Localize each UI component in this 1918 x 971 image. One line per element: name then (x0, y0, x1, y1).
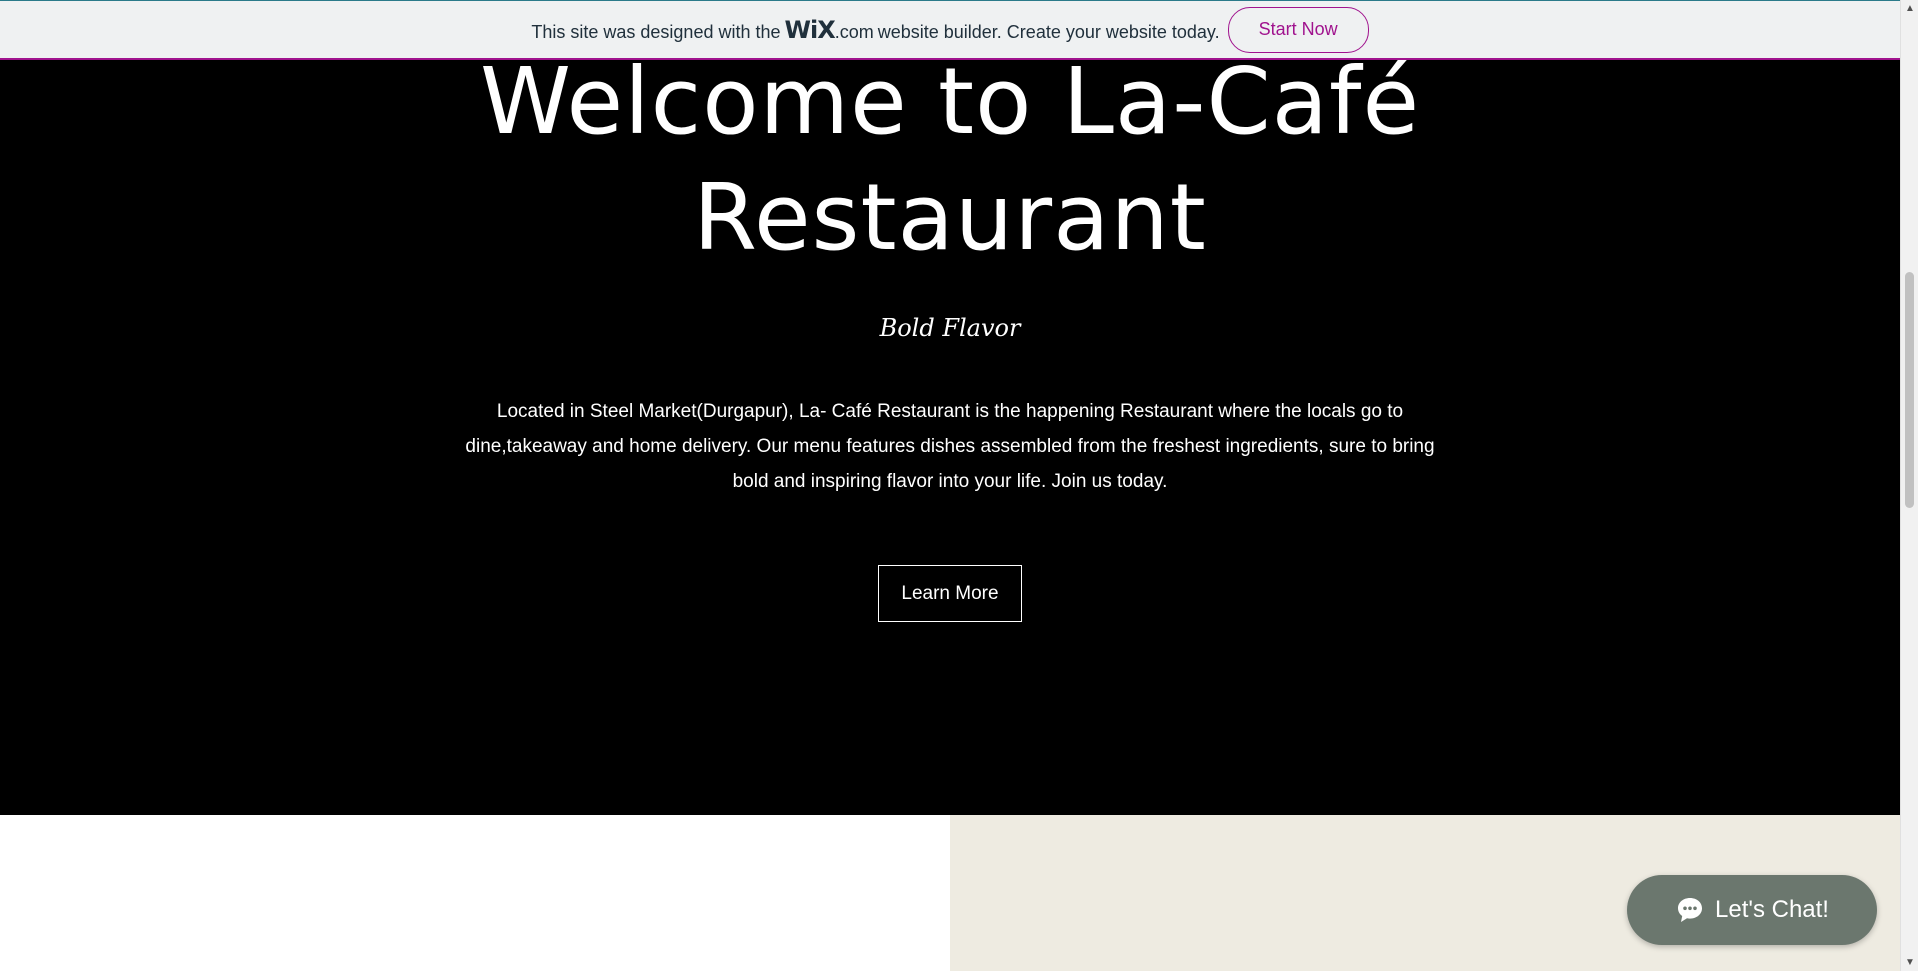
hero-title: Welcome to La-Café Restaurant (0, 44, 1900, 276)
lets-chat-button[interactable]: Let's Chat! (1627, 875, 1877, 945)
banner-text-after: website builder. Create your website tod… (877, 21, 1220, 42)
page-viewport: Welcome to La-Café Restaurant Bold Flavo… (0, 0, 1900, 971)
start-now-button[interactable]: Start Now (1227, 6, 1369, 53)
banner-text: This site was designed with the WiX .com … (531, 16, 1219, 44)
lower-left-section (0, 815, 950, 971)
hero-subtitle: Bold Flavor (879, 314, 1021, 342)
learn-more-button[interactable]: Learn More (878, 565, 1022, 622)
hero-section: Welcome to La-Café Restaurant Bold Flavo… (0, 0, 1900, 815)
wix-logo-suffix: .com (834, 21, 874, 42)
scroll-up-arrow-icon[interactable]: ▲ (1901, 0, 1918, 17)
wix-logo[interactable]: WiX (785, 16, 836, 44)
hero-title-line1: Welcome to La-Café (479, 48, 1421, 155)
chat-label: Let's Chat! (1715, 896, 1829, 923)
scroll-down-arrow-icon[interactable]: ▼ (1901, 954, 1918, 971)
banner-text-before: This site was designed with the (531, 21, 781, 42)
scrollbar-thumb[interactable] (1905, 272, 1914, 508)
chat-bubble-icon (1675, 895, 1705, 925)
hero-title-line2: Restaurant (693, 164, 1207, 271)
vertical-scrollbar[interactable]: ▲ ▼ (1900, 0, 1918, 971)
wix-promo-banner: This site was designed with the WiX .com … (0, 0, 1900, 60)
hero-description: Located in Steel Market(Durgapur), La- C… (465, 401, 1435, 492)
